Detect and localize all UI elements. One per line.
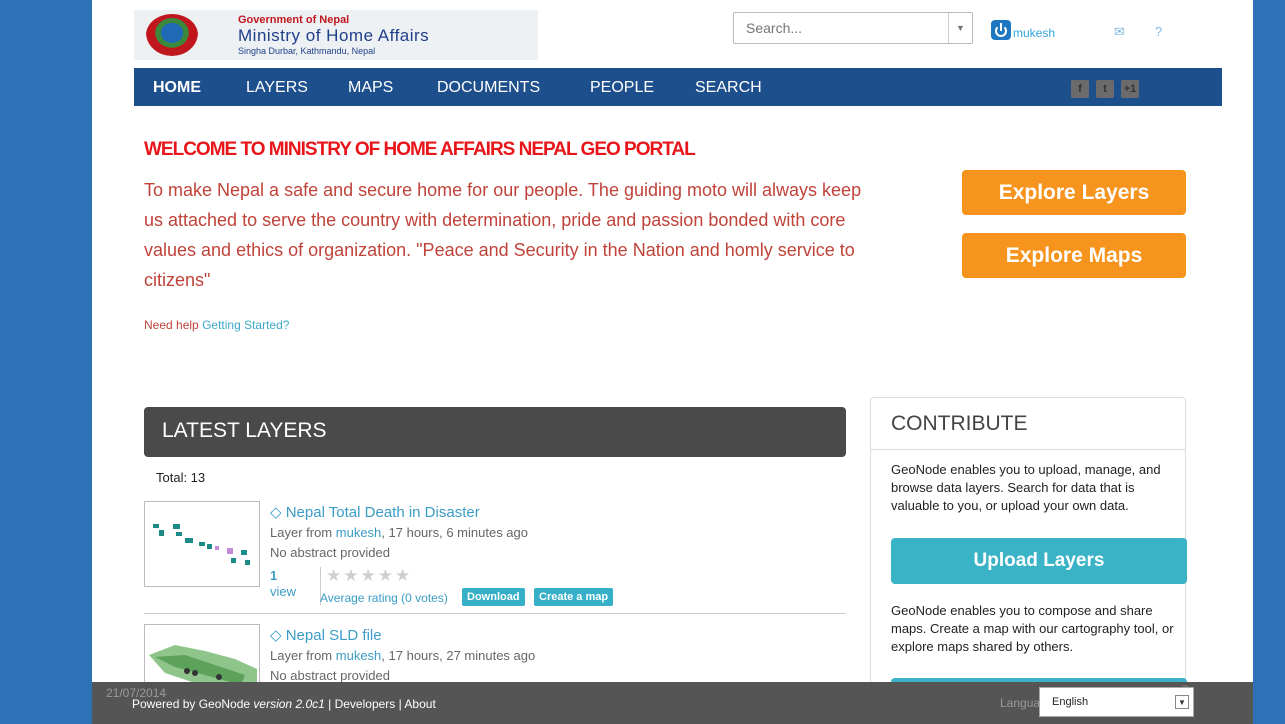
- latest-layers-header: LATEST LAYERS: [144, 407, 846, 457]
- contribute-text-maps: GeoNode enables you to compose and share…: [891, 603, 1174, 654]
- gov-line1: Government of Nepal: [238, 14, 350, 26]
- help-prefix: Need help: [144, 318, 199, 332]
- nav-documents[interactable]: DOCUMENTS: [437, 79, 540, 97]
- powered-by: Powered by GeoNode: [132, 697, 251, 711]
- search-dropdown-icon[interactable]: ▼: [948, 13, 972, 43]
- ministry-logo[interactable]: Government of Nepal Ministry of Home Aff…: [134, 10, 538, 60]
- nav-home[interactable]: HOME: [153, 79, 201, 97]
- layer-name[interactable]: Nepal Total Death in Disaster: [286, 504, 480, 521]
- layer-owner-link[interactable]: mukesh: [336, 648, 382, 663]
- gov-line3: Singha Durbar, Kathmandu, Nepal: [238, 46, 376, 56]
- getting-started-link[interactable]: Getting Started?: [202, 318, 289, 332]
- download-button[interactable]: Download: [462, 588, 525, 606]
- rating-stars-icon[interactable]: ★★★★★: [326, 566, 412, 586]
- nepal-emblem-icon: [146, 14, 198, 56]
- facebook-icon[interactable]: f: [1071, 80, 1089, 98]
- contribute-header: CONTRIBUTE: [871, 398, 1185, 450]
- footer-text: Powered by GeoNode version 2.0c1 | Devel…: [132, 697, 436, 711]
- nepal-map-thumbnail: [153, 524, 250, 565]
- view-label: view: [270, 584, 297, 599]
- layer-meta: Layer from mukesh, 17 hours, 6 minutes a…: [270, 525, 528, 540]
- layer-divider: [144, 613, 846, 614]
- layer-abstract: No abstract provided: [270, 545, 390, 560]
- layer-meta-prefix: Layer from: [270, 648, 333, 663]
- rating-label[interactable]: Average rating (0 votes): [320, 591, 448, 605]
- layer-views: 1 view: [270, 568, 296, 600]
- mail-icon[interactable]: ✉: [1114, 24, 1125, 40]
- main-nav: HOME LAYERS MAPS DOCUMENTS PEOPLE SEARCH…: [134, 68, 1222, 106]
- contribute-title: CONTRIBUTE: [891, 412, 1028, 435]
- browser-page: Government of Nepal Ministry of Home Aff…: [92, 0, 1253, 724]
- chevron-down-icon[interactable]: ▼: [1175, 695, 1189, 709]
- language-select[interactable]: English ▼: [1039, 687, 1194, 717]
- nav-search[interactable]: SEARCH: [695, 79, 762, 97]
- gov-line2: Ministry of Home Affairs: [238, 26, 430, 45]
- site-header: Government of Nepal Ministry of Home Aff…: [92, 0, 1253, 68]
- latest-layers-title: LATEST LAYERS: [162, 419, 327, 442]
- explore-layers-button[interactable]: Explore Layers: [962, 170, 1186, 215]
- layer-meta-suffix: , 17 hours, 6 minutes ago: [381, 525, 528, 540]
- footer-links[interactable]: | Developers | About: [328, 697, 436, 711]
- help-icon[interactable]: ?: [1155, 24, 1162, 39]
- slide-left-border: [0, 0, 92, 724]
- upload-layers-button[interactable]: Upload Layers: [891, 538, 1187, 584]
- explore-maps-button[interactable]: Explore Maps: [962, 233, 1186, 278]
- layer-abstract: No abstract provided: [270, 668, 390, 683]
- language-value: English: [1052, 696, 1089, 708]
- welcome-title: WELCOME TO MINISTRY OF HOME AFFAIRS NEPA…: [144, 139, 696, 160]
- geonode-version: version 2.0c1: [253, 697, 325, 711]
- search-box: ▼: [733, 12, 973, 44]
- nav-people[interactable]: PEOPLE: [590, 79, 654, 97]
- slide-right-border: [1253, 0, 1285, 724]
- contribute-text-upload: GeoNode enables you to upload, manage, a…: [891, 462, 1161, 513]
- layer-name-link[interactable]: ◇ Nepal SLD file: [270, 626, 382, 644]
- user-link[interactable]: mukesh: [1013, 26, 1055, 40]
- search-input[interactable]: [734, 13, 944, 43]
- layer-owner-link[interactable]: mukesh: [336, 525, 382, 540]
- power-icon[interactable]: [991, 20, 1011, 40]
- view-count: 1: [270, 568, 278, 583]
- layer-meta: Layer from mukesh, 17 hours, 27 minutes …: [270, 648, 535, 663]
- nav-layers[interactable]: LAYERS: [246, 79, 308, 97]
- layer-name-link[interactable]: ◇ Nepal Total Death in Disaster: [270, 503, 480, 521]
- welcome-text: To make Nepal a safe and secure home for…: [144, 180, 862, 290]
- google-plus-icon[interactable]: +1: [1121, 80, 1139, 98]
- site-footer: 21/07/2014 Powered by GeoNode version 2.…: [92, 682, 1253, 724]
- contribute-panel: CONTRIBUTE GeoNode enables you to upload…: [870, 397, 1187, 698]
- twitter-icon[interactable]: t: [1096, 80, 1114, 98]
- layer-name[interactable]: Nepal SLD file: [286, 627, 382, 644]
- nav-maps[interactable]: MAPS: [348, 79, 393, 97]
- layer-meta-prefix: Layer from: [270, 525, 333, 540]
- layers-total: Total: 13: [156, 470, 206, 485]
- layer-thumbnail[interactable]: [144, 501, 260, 587]
- help-line: Need help Getting Started?: [144, 318, 289, 332]
- create-map-button[interactable]: Create a map: [534, 588, 614, 606]
- layer-meta-suffix: , 17 hours, 27 minutes ago: [381, 648, 536, 663]
